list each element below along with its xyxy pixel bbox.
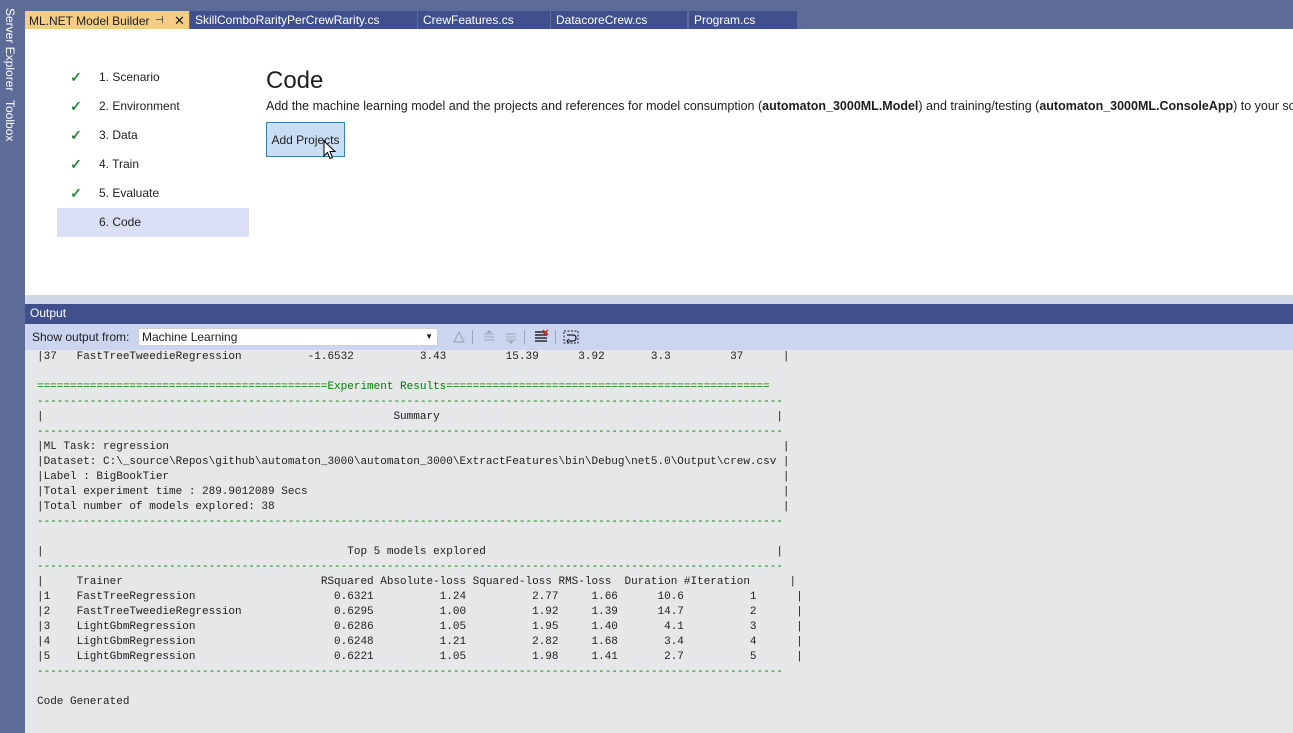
- show-output-label: Show output from:: [32, 330, 130, 344]
- output-line: |5 LightGbmRegression 0.6221 1.05 1.98 1…: [37, 651, 803, 663]
- console-text: |37 FastTreeTweedieRegression -1.6532 3.…: [37, 350, 803, 710]
- output-line: |Label : BigBookTier |: [37, 471, 790, 483]
- output-line: | Summary |: [37, 411, 783, 423]
- output-line: ----------------------------------------…: [37, 516, 783, 528]
- tab-datacorecrew[interactable]: DatacoreCrew.cs: [551, 11, 687, 30]
- step-label: 1. Scenario: [99, 70, 160, 84]
- output-source-select[interactable]: Machine Learning ▼: [138, 328, 438, 346]
- output-line: | Trainer RSquared Absolute-loss Squared…: [37, 576, 797, 588]
- output-line: |1 FastTreeRegression 0.6321 1.24 2.77 1…: [37, 591, 803, 603]
- output-toolbar: Show output from: Machine Learning ▼: [25, 324, 1293, 350]
- check-icon: ✓: [70, 69, 82, 85]
- output-line: |4 LightGbmRegression 0.6248 1.21 2.82 1…: [37, 636, 803, 648]
- step-data[interactable]: ✓ 3. Data: [57, 121, 249, 150]
- step-label: 2. Environment: [99, 99, 180, 113]
- output-line: |ML Task: regression |: [37, 441, 790, 453]
- check-icon: ✓: [70, 185, 82, 201]
- output-line: ========================================…: [37, 381, 770, 393]
- console-project-name: automaton_3000ML.ConsoleApp: [1039, 99, 1234, 113]
- code-description: Add the machine learning model and the p…: [266, 99, 1293, 113]
- step-label: 6. Code: [99, 215, 142, 229]
- output-line: |2 FastTreeTweedieRegression 0.6295 1.00…: [37, 606, 803, 618]
- check-icon: ✓: [70, 127, 82, 143]
- step-environment[interactable]: ✓ 2. Environment: [57, 92, 249, 121]
- output-line: ----------------------------------------…: [37, 666, 783, 678]
- close-icon[interactable]: ✕: [174, 11, 185, 31]
- model-project-name: automaton_3000ML.Model: [762, 99, 919, 113]
- toolbar-separator: [524, 330, 525, 344]
- clear-all-icon[interactable]: [533, 329, 549, 345]
- page-title: Code: [266, 67, 324, 94]
- tab-skillcomborarity[interactable]: SkillComboRarityPerCrewRarity.cs: [190, 11, 417, 30]
- tab-crewfeatures[interactable]: CrewFeatures.cs: [418, 11, 550, 30]
- step-code[interactable]: 6. Code: [57, 208, 249, 237]
- output-line: |Total number of models explored: 38 |: [37, 501, 790, 513]
- next-message-icon[interactable]: [503, 329, 519, 345]
- step-scenario[interactable]: ✓ 1. Scenario: [57, 63, 249, 92]
- server-explorer-tab[interactable]: Server Explorer: [3, 8, 17, 91]
- output-line: ----------------------------------------…: [37, 561, 783, 573]
- tab-label: CrewFeatures.cs: [423, 13, 514, 27]
- check-icon: ✓: [70, 98, 82, 114]
- previous-message-icon[interactable]: [481, 329, 497, 345]
- tab-label: SkillComboRarityPerCrewRarity.cs: [195, 13, 380, 27]
- output-line: | Top 5 models explored |: [37, 546, 783, 558]
- panel-splitter[interactable]: [25, 295, 1293, 304]
- toolbox-tab[interactable]: Toolbox: [3, 100, 17, 141]
- output-line: Code Generated: [37, 696, 130, 708]
- tab-label: ML.NET Model Builder: [29, 14, 150, 28]
- output-line: ----------------------------------------…: [37, 426, 783, 438]
- output-line: |Total experiment time : 289.9012089 Sec…: [37, 486, 790, 498]
- output-console[interactable]: |37 FastTreeTweedieRegression -1.6532 3.…: [25, 350, 1293, 733]
- mouse-cursor-icon: [323, 140, 337, 160]
- side-rail: Server Explorer Toolbox: [0, 0, 21, 733]
- model-builder-panel: ✓ 1. Scenario ✓ 2. Environment ✓ 3. Data…: [25, 29, 1293, 295]
- output-line: ----------------------------------------…: [37, 396, 783, 408]
- output-line: |Dataset: C:\_source\Repos\github\automa…: [37, 456, 790, 468]
- output-source-value: Machine Learning: [142, 330, 238, 344]
- tab-label: Program.cs: [694, 13, 756, 27]
- step-train[interactable]: ✓ 4. Train: [57, 150, 249, 179]
- find-message-icon[interactable]: [451, 329, 467, 345]
- document-tab-bar: ML.NET Model Builder ⊣ ✕ SkillComboRarit…: [25, 5, 1293, 34]
- word-wrap-icon[interactable]: [563, 329, 579, 345]
- pin-icon[interactable]: ⊣: [155, 11, 164, 31]
- toolbar-separator: [555, 330, 556, 344]
- tab-label: DatacoreCrew.cs: [556, 13, 648, 27]
- step-evaluate[interactable]: ✓ 5. Evaluate: [57, 179, 249, 208]
- step-label: 3. Data: [99, 128, 138, 142]
- output-line: |37 FastTreeTweedieRegression -1.6532 3.…: [37, 351, 790, 363]
- output-panel-header: Output: [25, 304, 1293, 324]
- tab-program[interactable]: Program.cs: [689, 11, 797, 30]
- step-label: 4. Train: [99, 157, 140, 171]
- output-line: |3 LightGbmRegression 0.6286 1.05 1.95 1…: [37, 621, 803, 633]
- toolbar-separator: [472, 330, 473, 344]
- chevron-down-icon: ▼: [425, 332, 433, 341]
- check-icon: ✓: [70, 156, 82, 172]
- step-label: 5. Evaluate: [99, 186, 160, 200]
